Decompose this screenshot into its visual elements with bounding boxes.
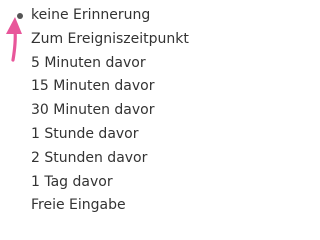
menu-item-label: 1 Stunde davor [31, 125, 139, 142]
menu-item-label: Zum Ereigniszeitpunkt [31, 30, 189, 47]
selected-bullet-icon [17, 13, 23, 19]
menu-item-label: 1 Tag davor [31, 173, 113, 190]
menu-item-label: Freie Eingabe [31, 197, 126, 214]
menu-item-freie-eingabe[interactable]: Freie Eingabe [0, 194, 220, 218]
menu-item-keine-erinnerung[interactable]: keine Erinnerung [0, 4, 220, 28]
menu-item-label: keine Erinnerung [31, 7, 151, 23]
menu-item-label: 15 Minuten davor [31, 78, 155, 95]
menu-item-1-stunde-davor[interactable]: 1 Stunde davor [0, 123, 220, 147]
menu-item-1-tag-davor[interactable]: 1 Tag davor [0, 171, 220, 195]
menu-item-2-stunden-davor[interactable]: 2 Stunden davor [0, 147, 220, 171]
menu-item-label: 2 Stunden davor [31, 149, 148, 166]
menu-item-label: 5 Minuten davor [31, 54, 146, 71]
menu-item-15-minuten-davor[interactable]: 15 Minuten davor [0, 75, 220, 99]
menu-item-zum-ereigniszeitpunkt[interactable]: Zum Ereigniszeitpunkt [0, 28, 220, 52]
reminder-options-menu: keine Erinnerung Zum Ereigniszeitpunkt 5… [0, 4, 220, 218]
menu-item-30-minuten-davor[interactable]: 30 Minuten davor [0, 99, 220, 123]
menu-item-5-minuten-davor[interactable]: 5 Minuten davor [0, 52, 220, 76]
menu-item-label: 30 Minuten davor [31, 102, 155, 119]
